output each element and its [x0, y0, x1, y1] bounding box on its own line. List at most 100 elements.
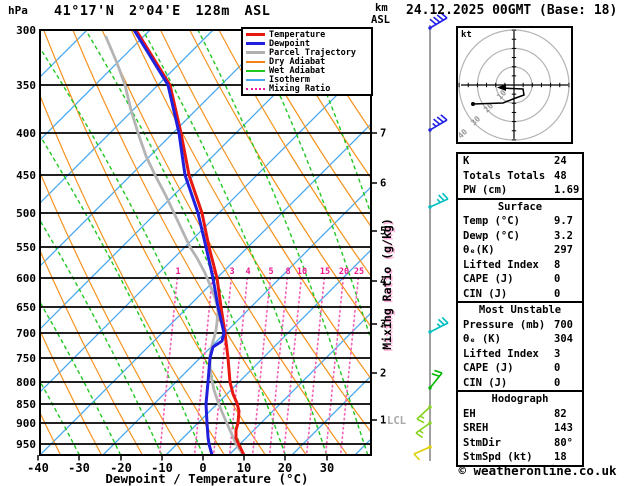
- table-row-label: SREH: [463, 422, 489, 434]
- table-section-header: Surface: [458, 197, 582, 215]
- wind-barb: [428, 114, 448, 132]
- table-row-label: θₑ(K): [463, 244, 495, 256]
- legend-item-label: Parcel Trajectory: [269, 47, 356, 58]
- table-row: θₑ (K) 304: [458, 332, 582, 347]
- table-row-label: StmSpd (kt): [463, 451, 533, 463]
- svg-text:4: 4: [245, 267, 250, 277]
- table-row-value: 1.69: [554, 184, 580, 196]
- svg-text:550: 550: [16, 241, 36, 254]
- svg-text:3: 3: [229, 267, 234, 277]
- hodograph: 10203040kt: [456, 26, 573, 144]
- table-row-label: θₑ (K): [463, 333, 501, 345]
- table-row: CIN (J) 0: [458, 376, 582, 391]
- table-row-label: Lifted Index: [463, 347, 539, 360]
- legend-item: Temperature: [243, 29, 371, 40]
- legend-line-sample: [246, 69, 265, 72]
- svg-text:450: 450: [16, 169, 36, 182]
- table-row-value: 304: [554, 333, 573, 345]
- table-row-label: CIN (J): [463, 287, 508, 300]
- svg-text:300: 300: [16, 24, 36, 37]
- table-row-label: CIN (J): [463, 376, 508, 389]
- table-row: Lifted Index 8: [458, 258, 582, 273]
- legend-item-label: Dry Adiabat: [269, 56, 326, 67]
- table-row: Pressure (mb) 700: [458, 318, 582, 333]
- table-row-value: 700: [554, 318, 573, 331]
- table-row: CIN (J) 0: [458, 287, 582, 302]
- legend-item: Dry Adiabat: [243, 56, 371, 67]
- legend-line-sample: [246, 78, 265, 81]
- pressure-axis-unit: hPa: [8, 4, 28, 17]
- table-row: StmDir 80°: [458, 436, 582, 451]
- table-row: Temp (°C) 9.7: [458, 214, 582, 229]
- legend-item-label: Temperature: [269, 29, 326, 40]
- table-row: CAPE (J) 0: [458, 272, 582, 287]
- table-row-value: 24: [554, 155, 567, 167]
- svg-text:2: 2: [380, 368, 386, 380]
- svg-text:20: 20: [339, 267, 349, 277]
- table-row-value: 80°: [554, 436, 573, 449]
- legend-item-label: Mixing Ratio: [269, 83, 331, 94]
- svg-text:500: 500: [16, 207, 36, 220]
- legend-item: Parcel Trajectory: [243, 47, 371, 58]
- legend-item: Dewpoint: [243, 38, 371, 49]
- table-row-value: 0: [554, 287, 561, 300]
- svg-text:7: 7: [380, 128, 386, 140]
- svg-text:700: 700: [16, 327, 36, 340]
- table-row: PW (cm) 1.69: [458, 183, 582, 198]
- table-row-value: 297: [554, 244, 573, 256]
- table-row-value: 48: [554, 169, 567, 182]
- svg-text:15: 15: [320, 267, 330, 277]
- svg-text:30: 30: [320, 461, 334, 475]
- svg-text:650: 650: [16, 301, 36, 314]
- table-row-label: Temp (°C): [463, 215, 520, 227]
- table-row: Lifted Index 3: [458, 347, 582, 362]
- legend: Temperature Dewpoint Parcel Trajectory Dry …: [241, 27, 373, 96]
- table-row: K 24: [458, 154, 582, 169]
- station-title: 41°17'N 2°04'E 128m ASL: [54, 3, 271, 19]
- legend-line-sample: [246, 60, 265, 63]
- run-datetime: 24.12.2025 00GMT (Base: 18): [406, 3, 618, 18]
- svg-text:5: 5: [268, 267, 273, 277]
- legend-line-sample: [246, 42, 265, 45]
- table-row-label: Lifted Index: [463, 258, 539, 271]
- legend-item: Mixing Ratio: [243, 83, 371, 94]
- svg-text:600: 600: [16, 272, 36, 285]
- table-row-label: Pressure (mb): [463, 318, 546, 331]
- svg-text:-40: -40: [27, 461, 49, 475]
- table-row: EH 82: [458, 407, 582, 422]
- svg-text:8: 8: [285, 267, 290, 277]
- svg-text:350: 350: [16, 79, 36, 92]
- svg-text:800: 800: [16, 376, 36, 389]
- svg-text:400: 400: [16, 127, 36, 140]
- table-row-label: StmDir: [463, 436, 501, 449]
- legend-item: Wet Adiabat: [243, 65, 371, 76]
- dewpoint-curve: [132, 30, 226, 455]
- table-row-label: CAPE (J): [463, 362, 514, 374]
- wind-barb: [413, 445, 432, 461]
- svg-text:25: 25: [354, 267, 364, 277]
- table-row-value: 9.7: [554, 215, 573, 227]
- svg-text:10: 10: [297, 267, 307, 277]
- svg-text:1: 1: [380, 415, 386, 427]
- svg-text:-30: -30: [68, 461, 90, 475]
- skewt-sounding-app: 300 350 400 450 500 550 600 650 700 750 800 850 900 9…: [0, 0, 629, 486]
- svg-text:6: 6: [380, 178, 386, 190]
- table-row: θₑ(K) 297: [458, 243, 582, 258]
- legend-item-label: Dewpoint: [269, 38, 310, 49]
- legend-item: Isotherm: [243, 75, 371, 84]
- table-section-header: Most Unstable: [458, 301, 582, 318]
- table-row-value: 3: [554, 347, 561, 360]
- table-row: Dewp (°C) 3.2: [458, 229, 582, 244]
- legend-item-label: Wet Adiabat: [269, 65, 326, 76]
- altitude-axis-unit-km: km: [375, 2, 388, 14]
- table-row-value: 8: [554, 258, 561, 271]
- table-row-value: 0: [554, 362, 561, 374]
- svg-text:900: 900: [16, 417, 36, 430]
- copyright: © weatheronline.co.uk: [458, 463, 617, 478]
- table-row: Totals Totals 48: [458, 169, 582, 184]
- hodograph-unit-label: kt: [461, 30, 472, 40]
- legend-line-sample: [246, 51, 265, 54]
- table-row-label: PW (cm): [463, 184, 508, 196]
- indices-table: K 24 Totals Totals 48 PW (cm) 1.69 Surface Temp…: [456, 152, 584, 467]
- table-section-header: Hodograph: [458, 390, 582, 407]
